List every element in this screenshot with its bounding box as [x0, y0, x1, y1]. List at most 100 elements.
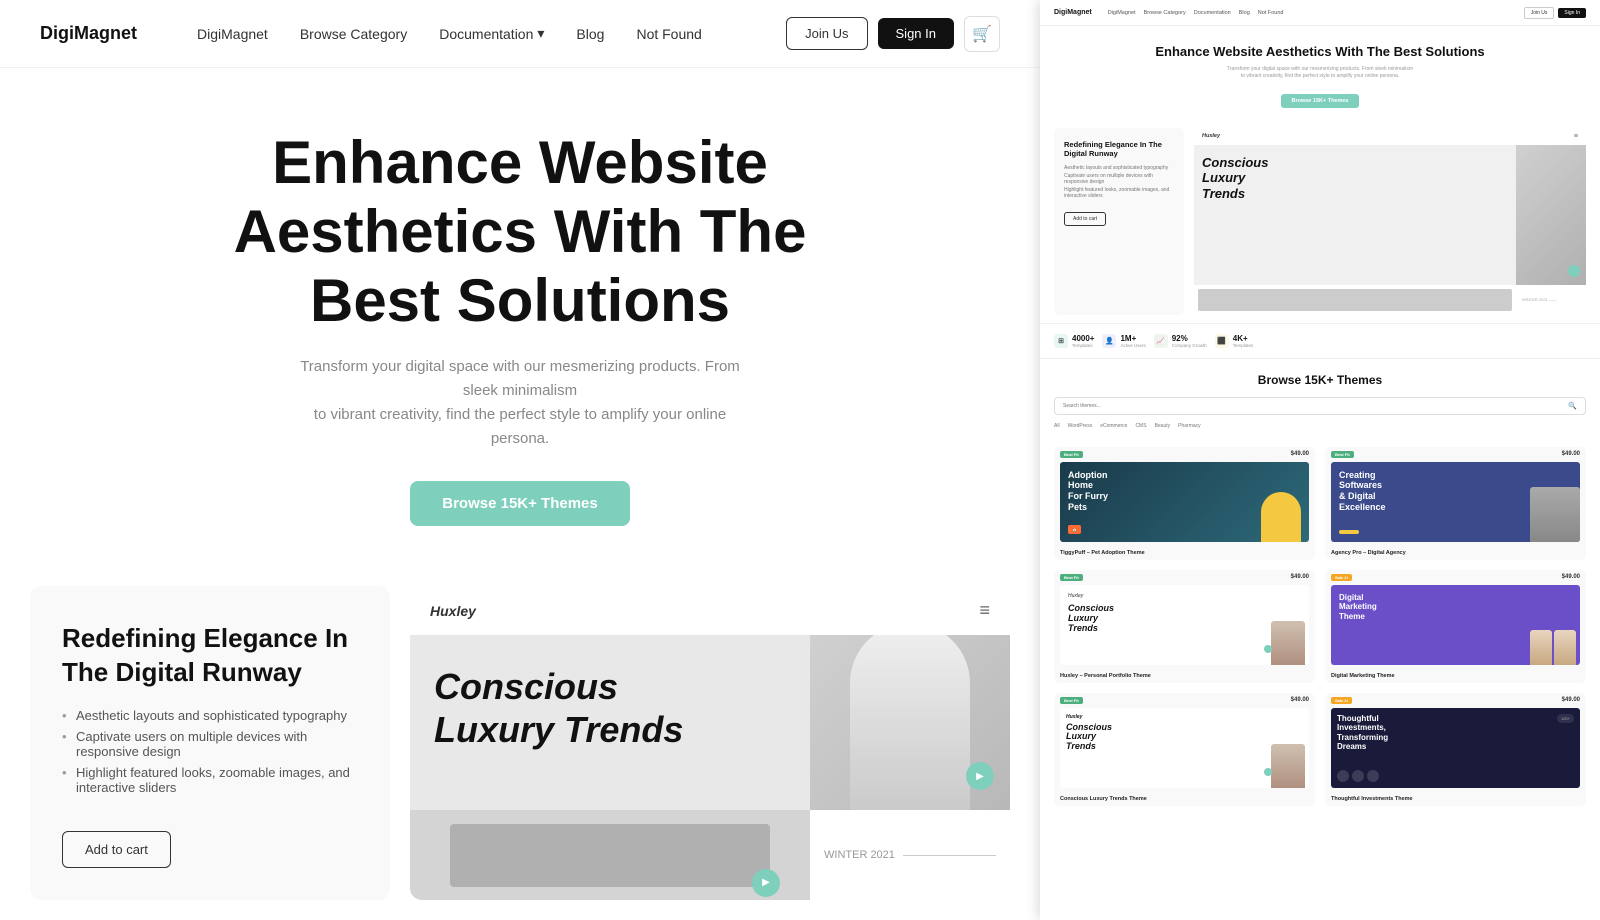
portfolio-dot: [1264, 645, 1272, 653]
add-to-cart-button[interactable]: Add to cart: [62, 831, 171, 868]
preview-body: ConsciousLuxury Trends ▶: [410, 635, 1010, 810]
mini-browse-button[interactable]: Browse 15K+ Themes: [1281, 94, 1358, 108]
theme-card-agency[interactable]: Best Fit $49.00 CreatingSoftwares& Digit…: [1325, 447, 1586, 560]
agency-person: [1530, 487, 1580, 542]
feature-item: Aesthetic layouts and sophisticated typo…: [62, 708, 358, 723]
theme-card-marketing[interactable]: Sale 2! $49.00 DigitalMarketingTheme Dig…: [1325, 570, 1586, 683]
theme-price: $49.00: [1291, 697, 1309, 703]
theme-card-investment[interactable]: Sale 2! $49.00 ThoughtfulInvestments,Tra…: [1325, 693, 1586, 806]
theme-preview: Huxley ConsciousLuxuryTrends: [1060, 585, 1309, 665]
theme-price: $49.00: [1562, 574, 1580, 580]
mini-link: DigiMagnet: [1108, 10, 1136, 16]
mini-signin-button[interactable]: Sign In: [1558, 8, 1586, 18]
investment-preview: ThoughtfulInvestments,TransformingDreams…: [1331, 708, 1580, 788]
hero-subtitle: Transform your digital space with our me…: [290, 355, 750, 451]
play-button[interactable]: ▶: [752, 869, 780, 897]
luxury-brand: Huxley: [1066, 714, 1303, 720]
mini-theme-grid: Best Fit $49.00 AdoptionHomeFor FurryPet…: [1040, 447, 1600, 683]
mini-preview-person: [1516, 145, 1586, 285]
mini-hero: Enhance Website Aesthetics With The Best…: [1040, 26, 1600, 120]
nav-link-blog[interactable]: Blog: [576, 25, 604, 42]
mini-stat-growth: 📈 92% Company Growth: [1154, 334, 1207, 348]
preview-big-text: ConsciousLuxury Trends: [434, 665, 786, 751]
hero-title: Enhance Website Aesthetics With The Best…: [170, 128, 870, 335]
mini-join-button[interactable]: Join Us: [1524, 7, 1555, 19]
fourk-icon: ⬛: [1215, 334, 1229, 348]
theme-card-luxury[interactable]: Best Fit $49.00 Huxley ConsciousLuxuryTr…: [1054, 693, 1315, 806]
sign-in-button[interactable]: Sign In: [878, 18, 954, 49]
mini-add-cart-button[interactable]: Add to cart: [1064, 212, 1106, 226]
preview-bottom-row: ▶ WINTER 2021: [410, 810, 1010, 900]
menu-icon: ≡: [979, 600, 990, 621]
preview-navbar: Huxley ≡: [410, 586, 1010, 635]
browse-themes-button[interactable]: Browse 15K+ Themes: [410, 481, 630, 526]
mini-filter-row: All WordPress eCommerce CMS Beauty Pharm…: [1054, 423, 1586, 429]
mini-features: Aesthetic layouts and sophisticated typo…: [1064, 165, 1174, 199]
mini-preview-body: ConsciousLuxuryTrends: [1194, 145, 1586, 285]
marketing-persons: [1530, 630, 1576, 665]
marketing-title: DigitalMarketingTheme: [1339, 593, 1572, 622]
preview-person-image: ▶: [810, 635, 1010, 810]
cart-button[interactable]: 🛒: [964, 16, 1000, 52]
product-card-title: Redefining Elegance In The Digital Runwa…: [62, 622, 358, 690]
search-icon: 🔍: [1568, 402, 1577, 410]
nav-logo: DigiMagnet: [40, 23, 137, 44]
theme-name: Digital Marketing Theme: [1325, 671, 1586, 683]
mini-season-label: WINTER 2021 ——: [1516, 285, 1586, 315]
filter-ecommerce[interactable]: eCommerce: [1100, 423, 1127, 429]
luxury-preview: Huxley ConsciousLuxuryTrends: [1060, 708, 1309, 788]
mini-stat-users: 👤 1M+ Active Users: [1102, 334, 1145, 348]
theme-card-header: Best Fit $49.00: [1054, 570, 1315, 585]
pet-adoption-preview: AdoptionHomeFor FurryPets 🏠: [1060, 462, 1309, 542]
theme-price: $49.00: [1562, 697, 1580, 703]
filter-beauty[interactable]: Beauty: [1155, 423, 1171, 429]
mini-feature: Captivate users on multiple devices with…: [1064, 173, 1174, 185]
feature-item: Highlight featured looks, zoomable image…: [62, 765, 358, 795]
mini-navigation: DigiMagnet DigiMagnet Browse Category Do…: [1040, 0, 1600, 26]
luxury-person: [1271, 744, 1305, 788]
hero-section: Enhance Website Aesthetics With The Best…: [0, 68, 1040, 566]
mini-stat-4k: ⬛ 4K+ Templates: [1215, 334, 1254, 348]
users-icon: 👤: [1102, 334, 1116, 348]
luxury-dot: [1264, 768, 1272, 776]
theme-name: TiggyPuff – Pet Adoption Theme: [1054, 548, 1315, 560]
filter-pharmacy[interactable]: Pharmacy: [1178, 423, 1201, 429]
theme-price: $49.00: [1562, 451, 1580, 457]
nav-link-browse[interactable]: Browse Category: [300, 25, 407, 42]
chevron-down-icon: ▾: [537, 25, 544, 42]
pet-badge: 🏠: [1068, 525, 1081, 534]
luxury-title: ConsciousLuxuryTrends: [1066, 723, 1303, 753]
teal-circle-accent: ▶: [966, 762, 994, 790]
investment-icons: [1337, 770, 1379, 782]
theme-name: Conscious Luxury Trends Theme: [1054, 794, 1315, 806]
nav-link-digimagnet[interactable]: DigiMagnet: [197, 25, 268, 42]
mini-search-input[interactable]: [1063, 403, 1562, 409]
templates-icon: ⊞: [1054, 334, 1068, 348]
filter-cms[interactable]: CMS: [1135, 423, 1146, 429]
join-us-button[interactable]: Join Us: [786, 17, 867, 50]
stat-4k-num: 4K+: [1233, 334, 1254, 343]
stat-growth-label: Company Growth: [1172, 343, 1207, 348]
mini-product-card: Redefining Elegance In The Digital Runwa…: [1054, 128, 1184, 315]
mini-preview-text: ConsciousLuxuryTrends: [1194, 145, 1516, 285]
theme-preview: ThoughtfulInvestments,TransformingDreams…: [1331, 708, 1580, 788]
mini-nav-actions: Join Us Sign In: [1524, 7, 1586, 19]
stat-4k-label: Templates: [1233, 343, 1254, 348]
mini-search-bar[interactable]: 🔍: [1054, 397, 1586, 415]
theme-card-portfolio[interactable]: Best Fit $49.00 Huxley ConsciousLuxuryTr…: [1054, 570, 1315, 683]
mini-link: Blog: [1239, 10, 1250, 16]
mini-preview-brand: Huxley: [1202, 133, 1220, 139]
filter-all[interactable]: All: [1054, 423, 1060, 429]
preview-season: WINTER 2021: [824, 849, 996, 861]
agency-preview: CreatingSoftwares& DigitalExcellence: [1331, 462, 1580, 542]
mini-nav-links: DigiMagnet Browse Category Documentation…: [1108, 10, 1524, 16]
nav-link-notfound[interactable]: Not Found: [636, 25, 701, 42]
mini-stats-row: ⊞ 4000+ Templates 👤 1M+ Active Users 📈 9…: [1040, 323, 1600, 359]
stat-users-num: 1M+: [1120, 334, 1145, 343]
product-card: Redefining Elegance In The Digital Runwa…: [30, 586, 390, 900]
theme-card-pet[interactable]: Best Fit $49.00 AdoptionHomeFor FurryPet…: [1054, 447, 1315, 560]
stat-users-label: Active Users: [1120, 343, 1145, 348]
theme-card-header: Best Fit $49.00: [1054, 693, 1315, 708]
nav-link-documentation[interactable]: Documentation ▾: [439, 25, 544, 42]
filter-wordpress[interactable]: WordPress: [1068, 423, 1093, 429]
